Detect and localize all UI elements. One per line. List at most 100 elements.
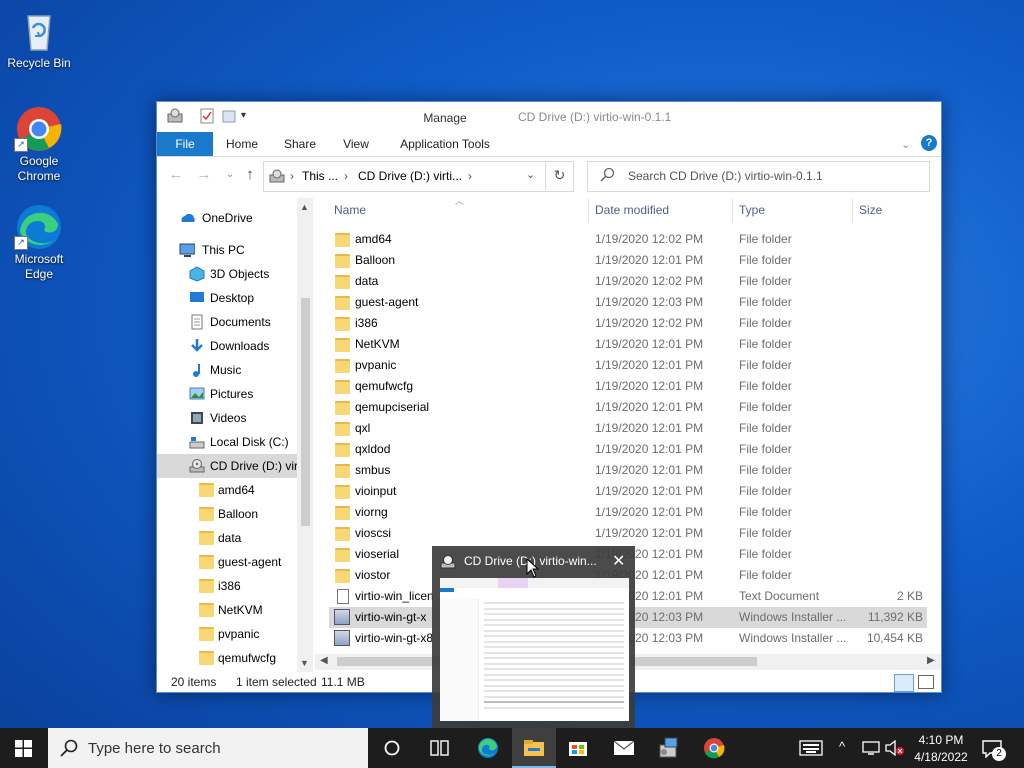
desktop-icon-recycle-bin[interactable]: Recycle Bin [4,8,74,71]
nav-scroll-thumb[interactable] [301,298,310,526]
up-icon[interactable]: ↑ [239,164,261,186]
column-separator[interactable] [732,198,733,222]
nav-item-music[interactable]: Music [157,358,297,382]
file-date: 1/19/2020 12:01 PM [595,442,704,456]
show-hidden-icons-icon[interactable]: ^ [839,739,845,754]
cortana-button[interactable] [370,728,414,768]
nav-item-desktop[interactable]: Desktop [157,286,297,310]
large-icons-view-icon[interactable] [918,675,934,689]
back-icon[interactable]: ← [165,164,187,186]
nav-label: NetKVM [218,603,263,617]
file-row[interactable]: i386 1/19/2020 12:02 PM File folder [329,313,927,334]
nav-label: OneDrive [202,211,253,225]
ribbon-expand-icon[interactable]: ⌄ [901,138,910,151]
details-view-icon[interactable] [894,674,914,692]
breadcrumb-cd-drive[interactable]: CD Drive (D:) virti... [358,169,462,183]
thumbnail-close-icon[interactable]: ✕ [612,551,625,571]
scroll-right-icon[interactable]: ▶ [927,655,935,666]
volume-muted-icon[interactable] [884,740,906,756]
file-row[interactable]: smbus 1/19/2020 12:01 PM File folder [329,460,927,481]
column-header-date[interactable]: Date modified [595,198,669,222]
manage-tab-group[interactable]: Manage [386,111,504,125]
start-button[interactable] [0,728,44,768]
taskbar-file-explorer[interactable] [512,728,556,768]
taskbar-setup-app[interactable] [646,728,690,768]
file-name: NetKVM [355,337,400,351]
new-folder-icon[interactable] [221,108,237,126]
scroll-left-icon[interactable]: ◀ [320,655,328,666]
nav-item-folder[interactable]: amd64 [157,478,297,502]
properties-icon[interactable] [199,108,215,126]
file-row[interactable]: NetKVM 1/19/2020 12:01 PM File folder [329,334,927,355]
nav-item-this-pc[interactable]: This PC [157,238,297,262]
folder-icon [335,275,350,289]
nav-label: i386 [218,579,241,593]
column-header-size[interactable]: Size [859,198,882,222]
file-type: File folder [739,400,792,414]
taskbar-chrome[interactable] [692,728,736,768]
nav-item-cd-drive[interactable]: CD Drive (D:) virt [157,454,297,478]
help-icon[interactable]: ? [921,135,937,151]
nav-item-folder[interactable]: NetKVM [157,598,297,622]
tab-view[interactable]: View [337,132,375,156]
nav-item-videos[interactable]: Videos [157,406,297,430]
notifications-button[interactable]: 2 [980,738,1010,762]
nav-item-3d-objects[interactable]: 3D Objects [157,262,297,286]
file-row[interactable]: vioinput 1/19/2020 12:01 PM File folder [329,481,927,502]
desktop-icon-chrome[interactable]: ↗ Google Chrome [4,106,74,184]
search-box[interactable]: Search CD Drive (D:) virtio-win-0.1.1 [587,161,930,192]
refresh-icon[interactable]: ↻ [545,161,573,190]
file-row[interactable]: amd64 1/19/2020 12:02 PM File folder [329,229,927,250]
nav-item-folder[interactable]: Balloon [157,502,297,526]
nav-item-downloads[interactable]: Downloads [157,334,297,358]
keyboard-icon[interactable] [799,740,823,756]
file-row[interactable]: qemupciserial 1/19/2020 12:01 PM File fold… [329,397,927,418]
file-date: 1/19/2020 12:01 PM [595,505,704,519]
file-row[interactable]: viorng 1/19/2020 12:01 PM File folder [329,502,927,523]
desktop-icon-edge[interactable]: ↗ Microsoft Edge [4,204,74,282]
tab-file[interactable]: File [157,132,213,156]
nav-item-folder[interactable]: pvpanic [157,622,297,646]
address-bar[interactable]: › This ... › CD Drive (D:) virti... › ⌄ [263,161,574,192]
file-row[interactable]: data 1/19/2020 12:02 PM File folder [329,271,927,292]
clock-date[interactable]: 4/18/2022 [911,750,971,764]
file-row[interactable]: qemufwcfg 1/19/2020 12:01 PM File folder [329,376,927,397]
installer-icon [334,630,350,646]
taskbar-search-box[interactable]: Type here to search [48,728,368,768]
column-header-type[interactable]: Type [739,198,765,222]
scroll-up-icon[interactable]: ▲ [300,202,309,212]
file-row[interactable]: qxl 1/19/2020 12:01 PM File folder [329,418,927,439]
tab-home[interactable]: Home [221,132,263,156]
nav-item-folder[interactable]: data [157,526,297,550]
file-type: File folder [739,274,792,288]
nav-item-folder[interactable]: i386 [157,574,297,598]
nav-item-local-disk[interactable]: Local Disk (C:) [157,430,297,454]
column-separator[interactable] [588,198,589,222]
file-row[interactable]: vioscsi 1/19/2020 12:01 PM File folder [329,523,927,544]
tab-share[interactable]: Share [279,132,321,156]
nav-item-pictures[interactable]: Pictures [157,382,297,406]
file-row[interactable]: pvpanic 1/19/2020 12:01 PM File folder [329,355,927,376]
nav-item-documents[interactable]: Documents [157,310,297,334]
column-header-name[interactable]: Name [334,198,366,222]
task-view-button[interactable] [418,728,462,768]
nav-item-folder[interactable]: qemufwcfg [157,646,297,670]
taskbar-edge[interactable] [466,728,510,768]
forward-icon[interactable]: → [193,164,215,186]
column-separator[interactable] [852,198,853,222]
file-row[interactable]: guest-agent 1/19/2020 12:03 PM File folder [329,292,927,313]
file-row[interactable]: qxldod 1/19/2020 12:01 PM File folder [329,439,927,460]
breadcrumb-this-pc[interactable]: This ... [302,169,338,183]
recent-locations-icon[interactable]: ⌄ [219,164,241,186]
clock-time[interactable]: 4:10 PM [917,733,965,747]
address-dropdown-icon[interactable]: ⌄ [526,168,535,181]
file-row[interactable]: Balloon 1/19/2020 12:01 PM File folder [329,250,927,271]
taskbar-store[interactable] [556,728,600,768]
taskbar-mail[interactable] [602,728,646,768]
network-icon[interactable] [861,740,881,756]
scroll-down-icon[interactable]: ▼ [300,658,309,668]
nav-item-onedrive[interactable]: OneDrive [157,206,297,230]
customize-qat-icon[interactable]: ▾ [241,110,257,128]
tab-application-tools[interactable]: Application Tools [386,132,504,156]
nav-item-folder[interactable]: guest-agent [157,550,297,574]
